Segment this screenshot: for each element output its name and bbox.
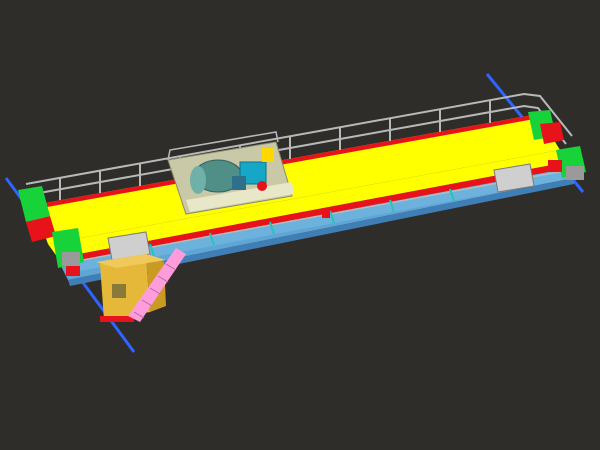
brake bbox=[257, 181, 267, 191]
crane-drawing bbox=[4, 73, 586, 353]
warning-box bbox=[322, 210, 330, 218]
drum-end bbox=[190, 166, 206, 194]
trolley-cabinet bbox=[262, 148, 274, 162]
gearbox bbox=[232, 176, 246, 190]
crane-diagram bbox=[0, 0, 600, 450]
